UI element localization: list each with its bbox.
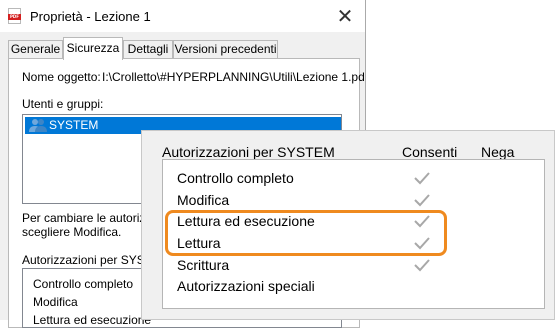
object-name-value: I:\Crolletto\#HYPERPLANNING\Utili\Lezion… — [102, 70, 365, 84]
permissions-label: Autorizzazioni per SYST — [22, 253, 153, 267]
permission-row: Autorizzazioni speciali — [177, 278, 315, 294]
users-groups-label: Utenti e gruppi: — [22, 97, 104, 111]
pdf-file-icon: PDF — [8, 8, 21, 24]
permission-row: Scrittura — [177, 257, 230, 273]
permission-row: Modifica — [177, 192, 230, 208]
permissions-zoom-callout: Autorizzazioni per SYSTEM Consenti Nega … — [141, 130, 555, 320]
tab-versioni-precedenti[interactable]: Versioni precedenti — [173, 40, 278, 59]
allow-column-header: Consenti — [402, 144, 458, 160]
tab-dettagli[interactable]: Dettagli — [123, 40, 173, 59]
title-bar: PDF Proprietà - Lezione 1 ✕ — [0, 0, 365, 32]
close-icon[interactable]: ✕ — [330, 1, 360, 31]
object-name-label: Nome oggetto: — [22, 70, 101, 84]
tab-sicurezza[interactable]: Sicurezza — [63, 37, 123, 60]
list-item-label: SYSTEM — [49, 118, 99, 132]
window-title: Proprietà - Lezione 1 — [30, 9, 151, 24]
change-hint-line2: scegliere Modifica. — [22, 225, 122, 239]
permissions-header: Autorizzazioni per SYSTEM — [162, 144, 335, 160]
permission-row: Controllo completo — [177, 170, 294, 186]
tab-generale[interactable]: Generale — [8, 40, 63, 59]
change-hint-line1: Per cambiare le autorizz — [22, 211, 152, 225]
highlight-annotation — [165, 210, 447, 256]
allow-check-icon — [414, 194, 430, 207]
permissions-table: Controllo completo Modifica Lettura ed e… — [162, 159, 545, 309]
users-group-icon — [29, 119, 47, 132]
permission-row: Controllo completo — [33, 277, 134, 291]
allow-check-icon — [414, 172, 430, 185]
permission-row: Lettura ed esecuzione — [33, 313, 152, 327]
allow-check-icon — [414, 259, 430, 272]
deny-column-header: Nega — [481, 144, 515, 160]
permission-row: Modifica — [33, 295, 78, 309]
